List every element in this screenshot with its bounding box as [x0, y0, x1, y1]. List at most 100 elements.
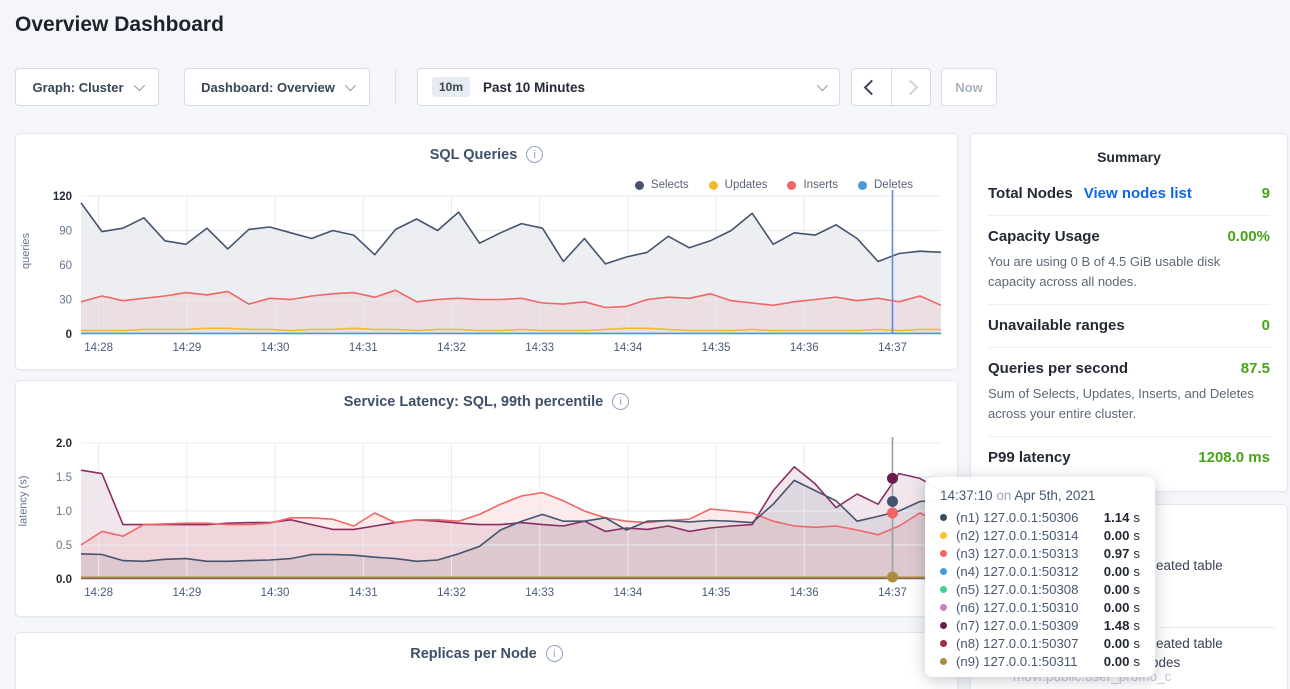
- node-color-dot: [940, 532, 947, 539]
- tooltip-on: on: [996, 488, 1011, 503]
- node-latency-value: 0.00: [1104, 582, 1130, 597]
- svg-text:14:37: 14:37: [878, 587, 907, 599]
- node-address: (n4) 127.0.0.1:50312: [956, 564, 1104, 579]
- node-latency-value: 0.00: [1104, 600, 1130, 615]
- service-latency-card: Service Latency: SQL, 99th percentile 14…: [15, 380, 958, 617]
- svg-text:14:34: 14:34: [613, 342, 642, 354]
- summary-label: Capacity Usage: [988, 228, 1100, 245]
- tooltip-row: (n1) 127.0.0.1:503061.14s: [940, 508, 1140, 526]
- svg-text:30: 30: [59, 295, 72, 307]
- dashboard-dropdown-label: Dashboard: Overview: [201, 80, 335, 95]
- node-latency-unit: s: [1133, 636, 1140, 651]
- svg-text:90: 90: [59, 226, 72, 238]
- chevron-down-icon: [133, 80, 144, 91]
- summary-row: Queries per second87.5Sum of Selects, Up…: [988, 347, 1270, 436]
- node-color-dot: [940, 658, 947, 665]
- next-time-button[interactable]: [891, 69, 931, 105]
- summary-rows: Total Nodes View nodes list 9 Capacity Usag…: [988, 173, 1270, 479]
- replicas-per-node-card: Replicas per Node: [15, 632, 958, 689]
- svg-text:14:32: 14:32: [437, 587, 466, 599]
- svg-text:120: 120: [53, 191, 72, 203]
- svg-text:14:36: 14:36: [790, 587, 819, 599]
- svg-text:1.0: 1.0: [56, 506, 72, 518]
- summary-heading: Summary: [988, 134, 1270, 173]
- event-fragment: eated table: [1156, 558, 1223, 573]
- summary-row: Capacity Usage0.00%You are using 0 B of …: [988, 215, 1270, 304]
- node-latency-unit: s: [1133, 564, 1140, 579]
- tooltip-time: 14:37:10: [940, 488, 993, 503]
- node-latency-value: 1.48: [1104, 618, 1130, 633]
- svg-text:14:36: 14:36: [790, 342, 819, 354]
- svg-text:14:35: 14:35: [702, 587, 731, 599]
- y-axis-label: latency (s): [17, 476, 29, 527]
- summary-label: Total Nodes: [988, 185, 1073, 202]
- node-address: (n1) 127.0.0.1:50306: [956, 510, 1104, 525]
- svg-text:14:30: 14:30: [261, 342, 290, 354]
- prev-time-button[interactable]: [852, 69, 891, 105]
- crosshair-dot: [887, 496, 898, 507]
- tooltip-row: (n6) 127.0.0.1:503100.00s: [940, 598, 1140, 616]
- tooltip-row: (n7) 127.0.0.1:503091.48s: [940, 616, 1140, 634]
- svg-text:1.5: 1.5: [56, 472, 72, 484]
- crosshair-dot: [887, 508, 898, 519]
- dashboard-dropdown[interactable]: Dashboard: Overview: [184, 68, 370, 106]
- tooltip-row: (n5) 127.0.0.1:503080.00s: [940, 580, 1140, 598]
- view-nodes-link[interactable]: View nodes list: [1084, 185, 1192, 202]
- time-range-label: Past 10 Minutes: [483, 80, 817, 95]
- chevron-down-icon: [345, 80, 356, 91]
- chart-title: SQL Queries: [430, 147, 518, 163]
- svg-text:2.0: 2.0: [56, 438, 72, 450]
- summary-value: 0: [1262, 317, 1270, 334]
- graph-dropdown[interactable]: Graph: Cluster: [15, 68, 159, 106]
- time-range-picker[interactable]: 10m Past 10 Minutes: [417, 68, 840, 106]
- info-icon[interactable]: [526, 146, 543, 163]
- tooltip-row: (n2) 127.0.0.1:503140.00s: [940, 526, 1140, 544]
- svg-text:14:33: 14:33: [525, 342, 554, 354]
- sql-queries-card: SQL Queries SelectsUpdatesInsertsDeletes…: [15, 133, 958, 370]
- summary-value: 1208.0 ms: [1198, 449, 1270, 466]
- svg-text:14:31: 14:31: [349, 587, 378, 599]
- summary-card: Summary Total Nodes View nodes list 9 Capac…: [970, 133, 1288, 492]
- tooltip-row: (n8) 127.0.0.1:503070.00s: [940, 634, 1140, 652]
- node-address: (n9) 127.0.0.1:50311: [956, 654, 1104, 669]
- summary-value: 9: [1262, 185, 1270, 202]
- node-latency-unit: s: [1133, 654, 1140, 669]
- node-latency-unit: s: [1133, 528, 1140, 543]
- tooltip-date: Apr 5th, 2021: [1014, 488, 1095, 503]
- summary-value: 0.00%: [1227, 228, 1270, 245]
- chart-title: Replicas per Node: [410, 646, 537, 662]
- info-icon[interactable]: [546, 645, 563, 662]
- node-color-dot: [940, 568, 947, 575]
- service-latency-chart[interactable]: 14:2814:2914:3014:3114:3214:3314:3414:35…: [16, 431, 959, 617]
- events-divider: [1159, 627, 1275, 628]
- page-title: Overview Dashboard: [15, 13, 224, 37]
- svg-text:14:28: 14:28: [84, 587, 113, 599]
- svg-text:14:32: 14:32: [437, 342, 466, 354]
- node-address: (n6) 127.0.0.1:50310: [956, 600, 1104, 615]
- node-latency-value: 0.97: [1104, 546, 1130, 561]
- chart-title: Service Latency: SQL, 99th percentile: [344, 394, 604, 410]
- svg-text:14:35: 14:35: [702, 342, 731, 354]
- svg-text:60: 60: [59, 260, 72, 272]
- tooltip-row: (n4) 127.0.0.1:503120.00s: [940, 562, 1140, 580]
- node-color-dot: [940, 586, 947, 593]
- summary-label: Unavailable ranges: [988, 317, 1125, 334]
- node-address: (n2) 127.0.0.1:50314: [956, 528, 1104, 543]
- svg-text:14:34: 14:34: [613, 587, 642, 599]
- summary-value: 87.5: [1241, 360, 1270, 377]
- svg-text:14:30: 14:30: [261, 587, 290, 599]
- node-latency-value: 0.00: [1104, 564, 1130, 579]
- node-address: (n5) 127.0.0.1:50308: [956, 582, 1104, 597]
- node-color-dot: [940, 514, 947, 521]
- latency-tooltip: 14:37:10 on Apr 5th, 2021 (n1) 127.0.0.1…: [925, 477, 1155, 677]
- svg-text:14:33: 14:33: [525, 587, 554, 599]
- node-latency-value: 0.00: [1104, 528, 1130, 543]
- info-icon[interactable]: [612, 393, 629, 410]
- svg-text:0.5: 0.5: [56, 540, 72, 552]
- svg-text:14:29: 14:29: [172, 342, 201, 354]
- now-button[interactable]: Now: [941, 68, 997, 106]
- sql-queries-chart[interactable]: 14:2814:2914:3014:3114:3214:3314:3414:35…: [16, 184, 959, 370]
- summary-row: Unavailable ranges 0: [988, 304, 1270, 347]
- node-latency-unit: s: [1133, 582, 1140, 597]
- toolbar-divider: [395, 70, 396, 104]
